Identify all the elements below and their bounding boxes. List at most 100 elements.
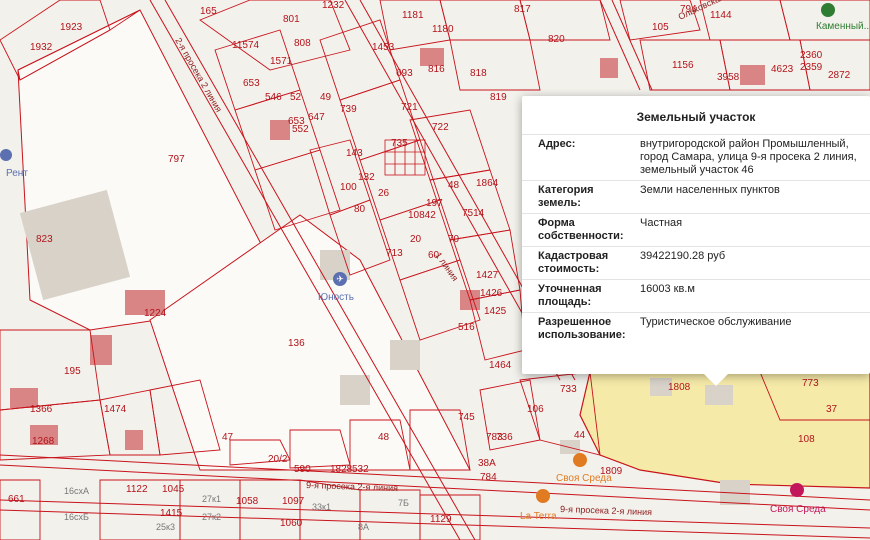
- svg-text:✈: ✈: [336, 275, 344, 285]
- plot-number: 20: [410, 234, 422, 245]
- plot-number: 661: [8, 494, 25, 505]
- plot-number: 1425: [484, 306, 507, 317]
- plot-number: 105: [652, 22, 669, 33]
- plot-number: 1426: [480, 288, 503, 299]
- plot-number: 100: [340, 182, 357, 193]
- plot-number: 52: [290, 92, 302, 103]
- plot-number: 552: [292, 124, 309, 135]
- plot-number: 1268: [32, 436, 55, 447]
- poi-label: Своя Среда: [556, 473, 612, 484]
- plot-number: 37: [826, 404, 838, 415]
- plot-number: 819: [490, 92, 507, 103]
- popup-row-label: Форма собственности:: [522, 213, 636, 247]
- plot-number: 70: [448, 234, 460, 245]
- plot-number: 4623: [771, 64, 794, 75]
- plot-number: 713: [386, 248, 403, 259]
- popup-pointer: [704, 374, 728, 386]
- popup-row-value: Земли населенных пунктов: [636, 180, 870, 214]
- plot-number: 823: [36, 234, 53, 245]
- popup-row: Кадастровая стоимость: 39422190.28 руб: [522, 246, 870, 280]
- plot-number: 136: [288, 338, 305, 349]
- plot-number: 1808: [668, 382, 691, 393]
- plot-number: 532: [352, 464, 369, 475]
- plot-number: 736: [496, 432, 513, 443]
- popup-row-label: Категория земель:: [522, 180, 636, 214]
- plot-number: 1181: [402, 10, 424, 21]
- poi-label: Каменный...: [816, 21, 870, 32]
- plot-number: 1232: [322, 0, 345, 11]
- plot-number: 801: [283, 14, 300, 25]
- plot-number: 733: [560, 384, 577, 395]
- plot-number: 1474: [104, 404, 127, 415]
- plot-number: 3958: [717, 72, 740, 83]
- plot-number: 2360: [800, 50, 823, 61]
- popup-row-label: Разрешенное использование:: [522, 312, 636, 345]
- popup-row-value: Частная: [636, 213, 870, 247]
- plot-number: 745: [458, 412, 475, 423]
- plot-number: 197: [426, 198, 443, 209]
- house-number: 16схА: [64, 486, 89, 496]
- plot-number: 108: [798, 434, 815, 445]
- popup-row: Категория земель: Земли населенных пункто…: [522, 180, 870, 214]
- plot-number: 1571: [270, 56, 293, 67]
- plot-number: 590: [294, 464, 311, 475]
- plot-number: 48: [448, 180, 460, 191]
- plot-number: 1097: [282, 496, 305, 507]
- popup-row: Разрешенное использование: Туристическое …: [522, 312, 870, 345]
- plot-number: 820: [548, 34, 565, 45]
- plot-number: 784: [480, 472, 497, 483]
- plot-number: 20/2: [268, 454, 288, 465]
- plot-number: 1045: [162, 484, 185, 495]
- plot-number: 1427: [476, 270, 499, 281]
- plot-number: 195: [64, 366, 81, 377]
- popup-row-label: Адрес:: [522, 134, 636, 181]
- plot-number: 48: [378, 432, 390, 443]
- plot-number: 11574: [232, 40, 260, 51]
- popup-row-label: Кадастровая стоимость:: [522, 246, 636, 280]
- house-number: 16схБ: [64, 512, 89, 522]
- plot-number: 80: [354, 204, 366, 215]
- plot-number: 1060: [280, 518, 303, 529]
- plot-number: 1129: [430, 514, 452, 525]
- popup-row-value: 16003 кв.м: [636, 279, 870, 313]
- plot-number: 797: [168, 154, 185, 165]
- popup-row-value: 39422190.28 руб: [636, 246, 870, 280]
- house-number: 8А: [358, 522, 369, 532]
- plot-number: 693: [396, 68, 413, 79]
- plot-number: 739: [340, 104, 357, 115]
- plot-number: 49: [320, 92, 332, 103]
- land-plot-popup: Земельный участок Адрес: внутригородской …: [522, 96, 870, 386]
- house-number: 27к1: [202, 494, 221, 504]
- house-number: 7Б: [398, 498, 409, 508]
- plot-number: 1144: [710, 10, 732, 21]
- plot-number: 722: [432, 122, 449, 133]
- popup-row: Уточненная площадь: 16003 кв.м: [522, 279, 870, 313]
- popup-row-value: Туристическое обслуживание: [636, 312, 870, 345]
- popup-row: Форма собственности: Частная: [522, 213, 870, 247]
- plot-number: 1224: [144, 308, 167, 319]
- plot-number: 816: [428, 64, 445, 75]
- plot-number: 2872: [828, 70, 851, 81]
- plot-number: 143: [346, 148, 363, 159]
- plot-number: 516: [458, 322, 475, 333]
- poi-label: La Terra: [520, 511, 557, 522]
- plot-number: 7514: [462, 208, 485, 219]
- plot-number: 44: [574, 430, 586, 441]
- plot-number: 808: [294, 38, 311, 49]
- plot-number: 1122: [126, 484, 148, 495]
- popup-row: Адрес: внутригородской район Промышленный…: [522, 134, 870, 181]
- popup-row-value: внутригородской район Промышленный, горо…: [636, 134, 870, 181]
- plot-number: 1156: [672, 60, 694, 71]
- plot-number: 818: [470, 68, 487, 79]
- poi-label: Своя Среда: [770, 504, 826, 515]
- plot-number: 1864: [476, 178, 499, 189]
- plot-number: 38A: [478, 458, 496, 469]
- plot-number: 165: [200, 6, 217, 17]
- house-number: 33к1: [312, 502, 331, 512]
- plot-number: 1923: [60, 22, 83, 33]
- popup-title: Земельный участок: [636, 110, 756, 124]
- plot-number: 10842: [408, 210, 436, 221]
- plot-number: 1464: [489, 360, 512, 371]
- plot-number: 1366: [30, 404, 53, 415]
- plot-number: 1453: [372, 42, 395, 53]
